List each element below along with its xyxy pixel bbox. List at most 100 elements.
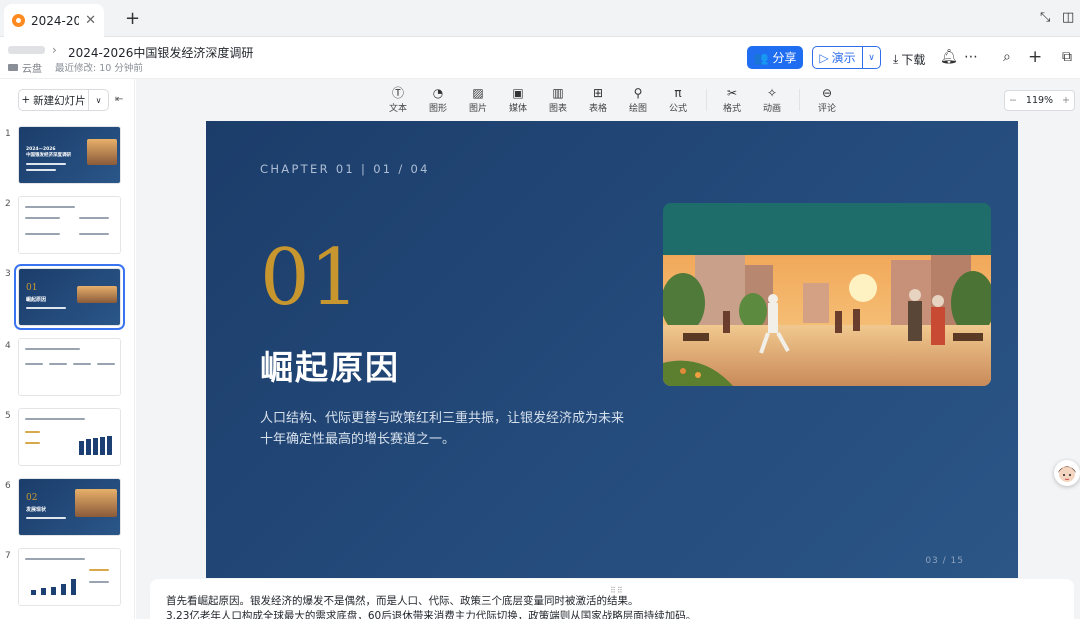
document-title[interactable]: 2024-2026中国银发经济深度调研 — [68, 44, 253, 61]
pi-icon: π — [674, 86, 682, 100]
thumb-title: 发展现状 — [26, 507, 47, 513]
present-dropdown-button[interactable]: ∨ — [862, 47, 880, 68]
minimize-window-icon[interactable]: ⤡ — [1040, 10, 1050, 25]
document-header: › 2024-2026中国银发经济深度调研 云盘 最近修改: 10 分钟前 👥 … — [0, 37, 1080, 79]
thumb-bar — [79, 441, 84, 455]
tool-label: 动画 — [762, 104, 781, 114]
thumb-line — [89, 581, 109, 583]
thumb-line — [79, 217, 109, 219]
tab-title: 2024-2026 — [31, 13, 79, 28]
tool-label: 绘图 — [628, 104, 647, 114]
share-button[interactable]: 👥 分享 — [747, 46, 803, 69]
zoom-out-icon[interactable]: − — [1009, 95, 1017, 106]
resize-handle-icon[interactable]: ⠿⠿ — [610, 583, 624, 598]
download-label: 下载 — [901, 53, 926, 67]
section-number[interactable]: 01 — [260, 239, 359, 317]
zoom-in-icon[interactable]: + — [1062, 95, 1070, 106]
assistant-avatar[interactable] — [1054, 460, 1080, 486]
slide-number: 5 — [5, 411, 11, 421]
collapse-panel-icon[interactable]: ⇤ — [115, 94, 123, 105]
zoom-control: − 119% + — [1004, 90, 1075, 111]
toolbar-divider — [706, 89, 707, 111]
thumb-line — [25, 363, 43, 365]
thumb-line — [25, 418, 85, 420]
thumb-line — [49, 363, 67, 365]
tool-draw[interactable]: ⚲ 绘图 — [621, 86, 655, 114]
last-modified: 最近修改: 10 分钟前 — [55, 63, 143, 74]
tool-table[interactable]: ⊞ 表格 — [581, 86, 615, 114]
comment-icon: ⊖ — [821, 86, 833, 100]
slide-thumbnail-2[interactable] — [18, 196, 121, 254]
slide-thumbnail-5[interactable] — [18, 408, 121, 466]
add-icon[interactable]: + — [1028, 49, 1042, 66]
tool-media[interactable]: ▣ 媒体 — [501, 86, 535, 114]
slide-thumbnail-1[interactable]: 2024—2026 中国银发经济深度调研 — [18, 126, 121, 184]
tool-animation[interactable]: ✧ 动画 — [755, 86, 789, 114]
tool-text[interactable]: Ⓣ 文本 — [381, 86, 415, 114]
tool-chart[interactable]: ▥ 图表 — [541, 86, 575, 114]
thumb-bar — [107, 436, 112, 455]
table-icon: ⊞ — [592, 86, 604, 100]
media-icon: ▣ — [512, 86, 524, 100]
open-external-icon[interactable]: ⧉ — [1062, 50, 1072, 64]
breadcrumb-root-label: 云盘 — [22, 64, 42, 75]
speaker-notes[interactable]: ⠿⠿ 首先看崛起原因。银发经济的爆发不是偶然，而是人口、代际、政策三个底层变量同… — [150, 579, 1074, 619]
slide-number: 6 — [5, 481, 11, 491]
sidebar-toggle-icon[interactable]: ◫ — [1062, 10, 1074, 25]
thumb-bar — [41, 588, 46, 595]
search-icon[interactable]: ⌕ — [1003, 50, 1011, 64]
notes-line-2: 3.23亿老年人口构成全球最大的需求底盘，60后退休带来消费主力代际切换，政策端… — [166, 610, 697, 619]
slide-thumbnail-6[interactable]: 02 发展现状 — [18, 478, 121, 536]
slide-thumbnail-panel: + 新建幻灯片 ∨ ⇤ 1 2024—2026 中国银发经济深度调研 2 3 01 … — [0, 79, 135, 619]
slide-thumbnail-7[interactable] — [18, 548, 121, 606]
slide-description[interactable]: 人口结构、代际更替与政策红利三重共振，让银发经济成为未来十年确定性最高的增长赛道… — [260, 408, 632, 450]
tool-image[interactable]: ▨ 图片 — [461, 86, 495, 114]
slide-title[interactable]: 崛起原因 — [260, 341, 400, 389]
new-tab-icon[interactable]: + — [125, 8, 140, 29]
tool-label: 图形 — [428, 104, 447, 114]
tool-label: 评论 — [817, 104, 836, 114]
bell-icon[interactable]: 🔔︎ — [940, 50, 958, 64]
breadcrumb-root[interactable]: 云盘 — [8, 60, 42, 75]
chapter-label[interactable]: CHAPTER 01 | 01 / 04 — [260, 162, 430, 176]
tool-format[interactable]: ✂ 格式 — [715, 86, 749, 114]
slide-number: 4 — [5, 341, 11, 351]
slide-number: 3 — [5, 269, 11, 279]
thumb-title: 2024—2026 中国银发经济深度调研 — [26, 147, 71, 159]
text-icon: Ⓣ — [391, 86, 404, 100]
document-tab[interactable]: 2024-2026 ✕ — [4, 4, 104, 37]
thumb-image — [77, 286, 117, 303]
download-button[interactable]: ⤓ 下载 — [893, 51, 925, 68]
slide-thumbnail-4[interactable] — [18, 338, 121, 396]
illustration-image[interactable] — [663, 203, 991, 386]
chapter-separator: | — [361, 162, 368, 176]
chevron-down-icon: ∨ — [95, 95, 102, 105]
play-icon: ▷ — [819, 50, 829, 65]
thumb-line — [25, 558, 85, 560]
new-slide-dropdown[interactable]: ∨ — [88, 90, 108, 110]
tool-label: 媒体 — [508, 104, 527, 114]
thumb-bar — [31, 590, 36, 595]
app-logo-icon — [12, 14, 25, 27]
tool-shape[interactable]: ◔ 图形 — [421, 86, 455, 114]
tool-formula[interactable]: π 公式 — [661, 86, 695, 114]
tool-label: 文本 — [388, 104, 407, 114]
tool-comment[interactable]: ⊖ 评论 — [810, 86, 844, 114]
zoom-level[interactable]: 119% — [1026, 95, 1053, 106]
chapter-page: 01 / 04 — [373, 162, 430, 176]
insert-toolbar: Ⓣ 文本 ◔ 图形 ▨ 图片 ▣ 媒体 ▥ 图表 ⊞ 表格 ⚲ 绘图 π 公式 ✂ 格式 ✧ 动画 … — [136, 79, 1080, 121]
avatar-face-icon — [1058, 466, 1076, 482]
toolbar-divider — [799, 89, 800, 111]
slide-number: 2 — [5, 199, 11, 209]
download-icon: ⤓ — [893, 52, 899, 66]
tool-label: 格式 — [722, 104, 741, 114]
more-icon[interactable]: ⋯ — [964, 50, 978, 64]
new-slide-button-group: + 新建幻灯片 ∨ — [18, 89, 109, 111]
present-button[interactable]: ▷ 演示 — [813, 47, 862, 68]
thumb-line — [97, 363, 115, 365]
close-icon[interactable]: ✕ — [85, 13, 96, 28]
thumb-line — [26, 517, 66, 519]
slide-thumbnail-3[interactable]: 01 崛起原因 — [14, 264, 125, 330]
slide-canvas[interactable]: CHAPTER 01 | 01 / 04 01 崛起原因 人口结构、代际更替与政… — [206, 121, 1018, 578]
new-slide-button[interactable]: + 新建幻灯片 — [19, 93, 88, 108]
